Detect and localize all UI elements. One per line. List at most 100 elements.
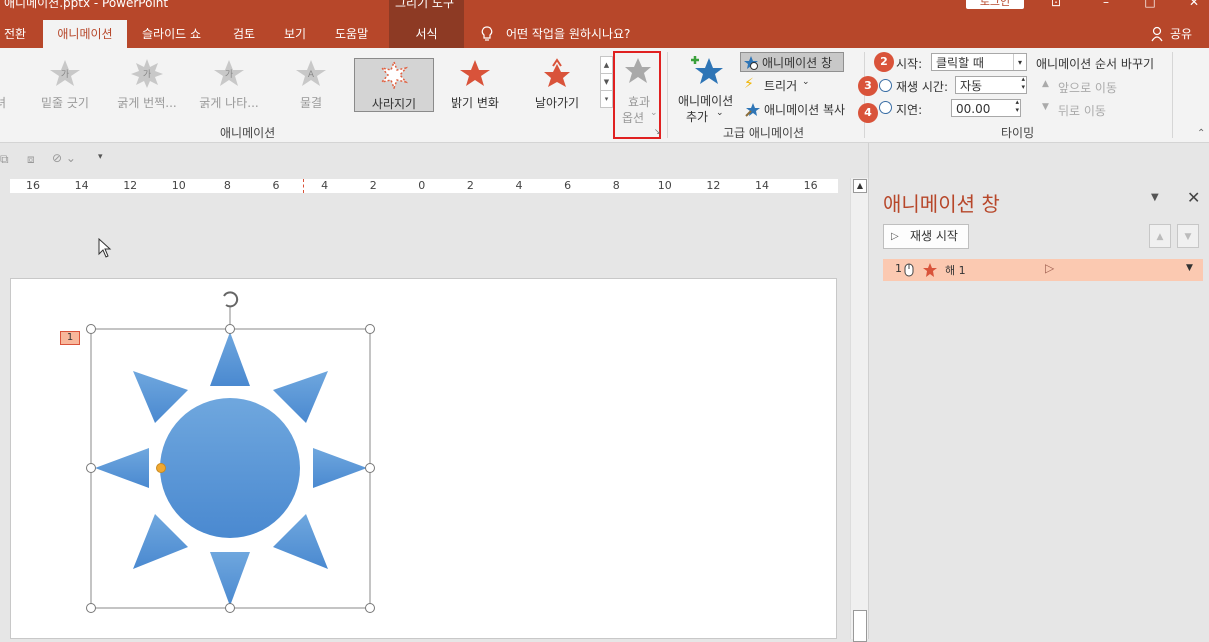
ruler-tick-label: 8 xyxy=(612,179,620,192)
scroll-thumb[interactable] xyxy=(853,610,867,642)
add-animation-label-2: 추가 xyxy=(686,110,709,124)
close-pane-icon[interactable]: ✕ xyxy=(1187,188,1200,207)
spinner-arrows-icon[interactable]: ▴ ▾ xyxy=(1015,98,1019,114)
disappear-star-icon xyxy=(379,59,409,91)
rotate-handle-icon[interactable] xyxy=(223,291,239,308)
gallery-item-bold-reveal[interactable]: 가 굵게 나타... xyxy=(192,58,266,110)
add-animation-button[interactable]: 애니메이션 추가 ⌄ xyxy=(676,52,738,124)
tab-animations[interactable]: 애니메이션 xyxy=(43,20,127,48)
ruler-tick-label: 0 xyxy=(418,179,426,192)
shape-outline-icon[interactable]: ⊘ ⌄ xyxy=(52,151,76,165)
tell-me-box[interactable]: 어떤 작업을 원하시나요? xyxy=(506,20,630,48)
play-button[interactable]: ▷ 재생 시작 xyxy=(883,224,969,249)
maximize-icon[interactable]: □ xyxy=(1140,0,1160,10)
scroll-up-button[interactable]: ▲ xyxy=(853,179,867,193)
group-objects-icon[interactable]: ⧉ xyxy=(0,152,9,167)
gallery-item-disappear[interactable]: 사라지기 xyxy=(354,58,434,112)
reorder-label: 애니메이션 순서 바꾸기 xyxy=(1036,57,1155,71)
gallery-item-fly-out[interactable]: 날아가기 xyxy=(520,58,594,110)
adjust-handle[interactable] xyxy=(156,463,166,473)
move-earlier-label: 앞으로 이동 xyxy=(1058,81,1118,95)
duration-value: 자동 xyxy=(960,79,983,93)
effect-options-label-1: 효과 xyxy=(628,95,651,109)
gallery-item-label: 물결 xyxy=(299,96,323,110)
title-bar: 애니메이션.pptx - PowerPoint 그리기 도구 로그인 ⊡ – □… xyxy=(0,0,1209,20)
tab-transitions[interactable]: 전환 xyxy=(4,20,26,48)
dialog-launcher-icon[interactable]: ↘ xyxy=(654,127,661,136)
animation-order-tag[interactable]: 1 xyxy=(60,331,80,345)
slide-canvas[interactable]: 1 xyxy=(10,278,837,639)
animation-painter-icon xyxy=(745,103,760,117)
collapse-ribbon-icon[interactable]: ⌃ xyxy=(1197,128,1205,139)
vertical-scrollbar[interactable]: ▲ xyxy=(850,178,868,642)
ruler-tick-label: 14 xyxy=(74,179,89,192)
tab-format[interactable]: 서식 xyxy=(389,20,464,48)
minimize-icon[interactable]: – xyxy=(1096,0,1116,10)
dropdown-arrow-icon[interactable]: ▾ xyxy=(1013,54,1026,70)
close-window-icon[interactable]: ✕ xyxy=(1184,0,1204,10)
callout-badge-4: 4 xyxy=(858,103,878,123)
tab-help[interactable]: 도움말 xyxy=(335,20,368,48)
sun-shape[interactable] xyxy=(81,284,391,624)
move-up-button[interactable]: ▲ xyxy=(1149,224,1171,248)
move-earlier-button[interactable]: ▲ 앞으로 이동 xyxy=(1040,78,1136,96)
up-triangle-icon: ▲ xyxy=(1042,79,1049,89)
svg-text:가: 가 xyxy=(61,69,69,80)
ruler-position-marker xyxy=(303,179,305,193)
timeline-marker-icon: ▷ xyxy=(1045,261,1055,275)
callout-badge-2: 2 xyxy=(874,52,894,72)
pane-options-icon[interactable]: ▼ xyxy=(1151,192,1159,203)
trigger-label: 트리거 xyxy=(764,79,798,93)
gallery-item-fade-brightness[interactable]: 밝기 변화 xyxy=(438,58,512,110)
tab-review[interactable]: 검토 xyxy=(233,20,255,48)
item-index: 1 xyxy=(895,262,902,275)
group-label-advanced: 고급 애니메이션 xyxy=(723,126,805,140)
gallery-item-underline[interactable]: 가 밑줄 긋기 xyxy=(28,58,102,110)
delay-label: 지연: xyxy=(896,103,923,117)
gallery-item-partial[interactable]: 녀 xyxy=(0,58,6,110)
group-label-timing: 타이밍 xyxy=(1001,126,1035,140)
gallery-scroll-down[interactable]: ▼ xyxy=(600,73,613,91)
customize-toolbar-icon[interactable]: ▾ xyxy=(98,152,103,162)
login-button[interactable]: 로그인 xyxy=(966,0,1024,9)
tab-slideshow[interactable]: 슬라이드 쇼 xyxy=(142,20,201,48)
tab-view[interactable]: 보기 xyxy=(284,20,306,48)
share-person-icon xyxy=(1151,26,1163,42)
move-later-button[interactable]: ▼ 뒤로 이동 xyxy=(1040,101,1136,119)
gallery-more-button[interactable]: ▾ xyxy=(600,90,613,108)
gallery-item-label: 날아가기 xyxy=(534,96,580,110)
quick-access-row: ⧉ ⧈ ⊘ ⌄ ▾ xyxy=(0,143,868,177)
move-down-button[interactable]: ▼ xyxy=(1177,224,1199,248)
horizontal-ruler: 16 14 12 10 8 6 4 2 0 2 4 6 8 10 12 14 16 xyxy=(10,179,838,193)
start-select[interactable]: 클릭할 때 ▾ xyxy=(931,53,1027,71)
ribbon-display-icon[interactable]: ⊡ xyxy=(1046,0,1066,10)
play-label: 재생 시작 xyxy=(910,229,958,243)
delay-clock-icon xyxy=(879,101,892,114)
ruler-tick-label: 16 xyxy=(803,179,818,192)
align-objects-icon[interactable]: ⧈ xyxy=(27,152,35,167)
context-tab-header: 그리기 도구 xyxy=(389,0,464,20)
duration-spinner[interactable]: 자동 ▴ ▾ xyxy=(955,75,1027,94)
share-button[interactable]: 공유 xyxy=(1170,20,1192,48)
gallery-item-label: 굵게 나타... xyxy=(199,96,259,110)
animation-painter-label: 애니메이션 복사 xyxy=(764,103,846,117)
ruler-tick-label: 6 xyxy=(564,179,572,192)
move-later-label: 뒤로 이동 xyxy=(1058,104,1106,118)
effect-options-button[interactable]: 효과 옵션 ⌄ ↘ xyxy=(613,51,661,139)
item-dropdown-icon[interactable]: ▼ xyxy=(1186,263,1193,273)
start-label: 시작: xyxy=(896,57,923,71)
gallery-item-wave[interactable]: A 물결 xyxy=(274,58,348,110)
gallery-item-bold-flash[interactable]: 가 굵게 번쩍... xyxy=(110,58,184,110)
gallery-scroll-up[interactable]: ▲ xyxy=(600,56,613,74)
delay-spinner[interactable]: 00.00 ▴ ▾ xyxy=(951,98,1021,117)
animation-gallery: 녀 가 밑줄 긋기 가 굵게 번쩍... 가 굵게 나타... A 물결 사라지… xyxy=(0,54,598,112)
animation-painter-button[interactable]: 애니메이션 복사 xyxy=(744,100,856,120)
trigger-button[interactable]: ⚡ 트리거 ⌄ xyxy=(744,76,814,96)
ruler-tick-label: 4 xyxy=(321,179,329,192)
spinner-arrows-icon[interactable]: ▴ ▾ xyxy=(1021,75,1025,91)
star-burst-icon: 가 xyxy=(131,59,163,88)
svg-text:가: 가 xyxy=(225,69,233,80)
ruler-tick-label: 12 xyxy=(706,179,721,192)
animation-pane-button[interactable]: 애니메이션 창 xyxy=(740,52,844,72)
animation-list-item[interactable]: 1 해 1 ▷ ▼ xyxy=(883,259,1203,281)
